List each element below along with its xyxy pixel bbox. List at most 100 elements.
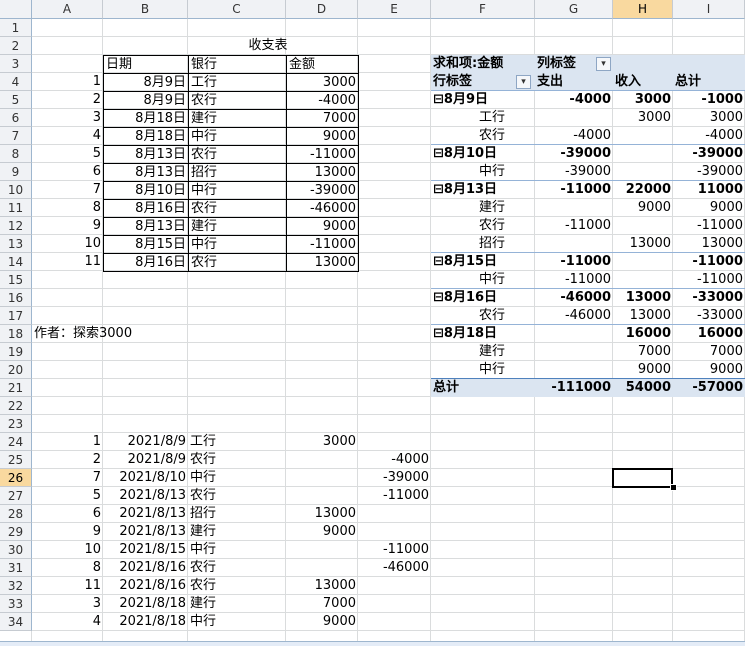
expense-cell[interactable] [358, 613, 431, 631]
bank-cell[interactable]: 中行 [188, 541, 286, 559]
row-header-24[interactable]: 24 [0, 433, 32, 451]
fill-handle[interactable] [670, 484, 677, 491]
date-cell[interactable]: 2021/8/10 [103, 469, 188, 487]
table-date-cell[interactable]: 8月9日 [103, 91, 189, 110]
income-cell[interactable]: 9000 [286, 613, 358, 631]
pivot-income-cell[interactable]: 16000 [613, 325, 673, 343]
row-header-18[interactable]: 18 [0, 325, 32, 343]
row-index[interactable]: 5 [32, 487, 103, 505]
table-date-cell[interactable]: 8月16日 [103, 253, 189, 272]
bank-cell[interactable]: 农行 [188, 451, 286, 469]
table-date-cell[interactable]: 8月18日 [103, 127, 189, 146]
pivot-income-cell[interactable] [613, 217, 673, 235]
bank-cell[interactable]: 中行 [188, 469, 286, 487]
pivot-expense-cell[interactable]: -11000 [535, 181, 613, 199]
table-date-cell[interactable]: 8月13日 [103, 163, 189, 182]
pivot-total-cell[interactable]: 7000 [673, 343, 745, 361]
pivot-item-label[interactable]: 中行 [431, 163, 535, 181]
date-cell[interactable]: 2021/8/18 [103, 595, 188, 613]
row-index[interactable]: 1 [32, 433, 103, 451]
row-index[interactable]: 7 [32, 469, 103, 487]
row-header-23[interactable]: 23 [0, 415, 32, 433]
pivot-item-label[interactable]: 工行 [431, 109, 535, 127]
pivot-expense-cell[interactable]: -39000 [535, 145, 613, 163]
row-header-19[interactable]: 19 [0, 343, 32, 361]
row-header-4[interactable]: 4 [0, 73, 32, 91]
row-index[interactable]: 8 [32, 199, 103, 217]
pivot-total-cell[interactable]: 11000 [673, 181, 745, 199]
bank-cell[interactable]: 农行 [188, 559, 286, 577]
select-all-corner[interactable] [0, 0, 32, 19]
table-amount-cell[interactable]: -4000 [286, 91, 359, 110]
table-bank-cell[interactable]: 中行 [188, 181, 287, 200]
pivot-value-field[interactable]: 求和项:金额 [431, 55, 535, 73]
bank-cell[interactable]: 建行 [188, 523, 286, 541]
table-date-cell[interactable]: 8月13日 [103, 145, 189, 164]
bank-cell[interactable]: 农行 [188, 487, 286, 505]
row-header-20[interactable]: 20 [0, 361, 32, 379]
column-header-F[interactable]: F [431, 0, 535, 19]
pivot-col-expense[interactable]: 支出 [535, 73, 613, 91]
row-header-16[interactable]: 16 [0, 289, 32, 307]
expense-cell[interactable]: -11000 [358, 487, 431, 505]
row-header-13[interactable]: 13 [0, 235, 32, 253]
expense-cell[interactable] [358, 433, 431, 451]
active-cell-H26[interactable] [612, 468, 673, 488]
pivot-expense-cell[interactable] [535, 325, 613, 343]
date-cell[interactable]: 2021/8/16 [103, 577, 188, 595]
pivot-expense-cell[interactable]: -11000 [535, 217, 613, 235]
income-cell[interactable] [286, 487, 358, 505]
table-amount-cell[interactable]: 13000 [286, 253, 359, 272]
pivot-total-cell[interactable]: -33000 [673, 307, 745, 325]
column-header-G[interactable]: G [535, 0, 613, 19]
row-header-9[interactable]: 9 [0, 163, 32, 181]
pivot-item-label[interactable]: 招行 [431, 235, 535, 253]
row-index[interactable]: 1 [32, 73, 103, 91]
table-amount-cell[interactable]: 13000 [286, 163, 359, 182]
income-cell[interactable]: 7000 [286, 595, 358, 613]
pivot-expense-cell[interactable]: -4000 [535, 91, 613, 109]
table-amount-cell[interactable]: 3000 [286, 73, 359, 92]
row-index[interactable]: 9 [32, 217, 103, 235]
pivot-income-cell[interactable]: 13000 [613, 307, 673, 325]
pivot-total-cell[interactable]: -4000 [673, 127, 745, 145]
pivot-income-cell[interactable]: 9000 [613, 361, 673, 379]
table-amount-cell[interactable]: -46000 [286, 199, 359, 218]
pivot-group-label[interactable]: ⊟8月9日 [431, 91, 535, 109]
expense-cell[interactable] [358, 505, 431, 523]
row-header-21[interactable]: 21 [0, 379, 32, 397]
bank-cell[interactable]: 建行 [188, 595, 286, 613]
row-header-3[interactable]: 3 [0, 55, 32, 73]
row-header-30[interactable]: 30 [0, 541, 32, 559]
row-header-1[interactable]: 1 [0, 19, 32, 37]
pivot-group-label[interactable]: ⊟8月16日 [431, 289, 535, 307]
pivot-income-cell[interactable] [613, 163, 673, 181]
pivot-expense-cell[interactable]: -46000 [535, 307, 613, 325]
row-header-10[interactable]: 10 [0, 181, 32, 199]
row-header-32[interactable]: 32 [0, 577, 32, 595]
column-header-H[interactable]: H [613, 0, 673, 19]
pivot-expense-cell[interactable] [535, 235, 613, 253]
row-header-6[interactable]: 6 [0, 109, 32, 127]
date-cell[interactable]: 2021/8/13 [103, 523, 188, 541]
expense-cell[interactable]: -46000 [358, 559, 431, 577]
sheet-tab-bar[interactable] [0, 641, 745, 646]
row-header-27[interactable]: 27 [0, 487, 32, 505]
table-date-cell[interactable]: 8月13日 [103, 217, 189, 236]
expense-cell[interactable] [358, 595, 431, 613]
pivot-item-label[interactable]: 中行 [431, 271, 535, 289]
table-bank-cell[interactable]: 中行 [188, 127, 287, 146]
pivot-col-total[interactable]: 总计 [673, 73, 745, 91]
row-index[interactable]: 7 [32, 181, 103, 199]
row-index[interactable]: 11 [32, 577, 103, 595]
table-bank-cell[interactable]: 农行 [188, 199, 287, 218]
table-amount-cell[interactable]: -11000 [286, 235, 359, 254]
column-header-A[interactable]: A [32, 0, 103, 19]
row-header-29[interactable]: 29 [0, 523, 32, 541]
income-cell[interactable] [286, 469, 358, 487]
pivot-expense-cell[interactable]: -11000 [535, 253, 613, 271]
dropdown-arrow-icon[interactable]: ▾ [596, 57, 611, 71]
row-header-14[interactable]: 14 [0, 253, 32, 271]
pivot-income-cell[interactable]: 3000 [613, 109, 673, 127]
row-header-5[interactable]: 5 [0, 91, 32, 109]
